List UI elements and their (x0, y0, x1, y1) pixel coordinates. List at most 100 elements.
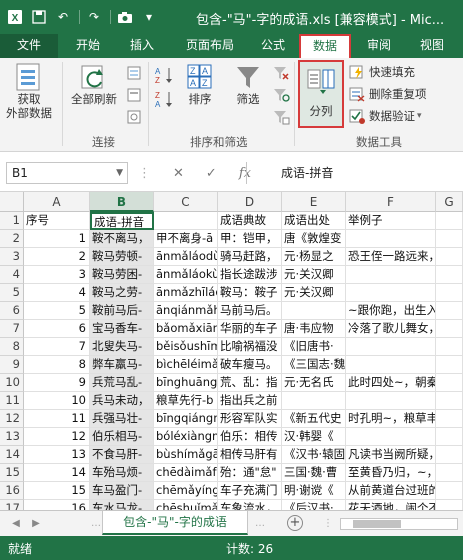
table-cell[interactable]: 鞍前马后- (90, 302, 154, 320)
row-header[interactable]: 13 (0, 428, 24, 446)
table-cell[interactable]: bīnghuāngmǎ (154, 374, 218, 392)
table-cell[interactable]: 《旧唐书· (282, 338, 346, 356)
table-cell[interactable] (436, 446, 463, 464)
table-cell[interactable]: 鞍马劳困- (90, 266, 154, 284)
table-cell[interactable]: 13 (24, 446, 90, 464)
table-cell[interactable]: 成语出处 (282, 212, 346, 230)
row-header[interactable]: 12 (0, 410, 24, 428)
table-cell[interactable]: 三国·魏·曹 (282, 464, 346, 482)
table-cell[interactable]: 兵强马壮- (90, 410, 154, 428)
column-header-b[interactable]: B (90, 192, 154, 212)
filter-button[interactable]: 筛选 (228, 62, 268, 106)
tab-insert[interactable]: 插入 (118, 34, 166, 58)
spreadsheet-grid[interactable]: A B C D E F G 1 序号 成语-拼音 成语典故 成语出处 举例子 2 1 鞍不离马，… (0, 192, 463, 510)
tab-page-layout[interactable]: 页面布局 (172, 34, 248, 58)
table-cell[interactable]: 10 (24, 392, 90, 410)
table-cell[interactable]: 11 (24, 410, 90, 428)
table-cell[interactable]: 凡读书当阙所疑，所 (346, 446, 436, 464)
row-header[interactable]: 7 (0, 320, 24, 338)
text-to-columns-button[interactable]: 分列 (298, 60, 344, 128)
table-cell[interactable]: 相传马肝有 (218, 446, 282, 464)
table-cell[interactable]: ānmǎláokùn (154, 266, 218, 284)
row-header[interactable]: 5 (0, 284, 24, 302)
table-cell[interactable] (436, 392, 463, 410)
column-header-d[interactable]: D (218, 192, 282, 212)
table-cell[interactable]: 9 (24, 374, 90, 392)
table-cell[interactable] (282, 392, 346, 410)
table-cell[interactable]: ānmǎláodùn (154, 248, 218, 266)
table-cell[interactable]: 3 (24, 266, 90, 284)
table-cell[interactable]: 至黄昏乃归，~，不 (346, 464, 436, 482)
connections-icon[interactable] (126, 64, 142, 82)
table-cell[interactable]: 7 (24, 338, 90, 356)
sort-ascending-icon[interactable]: AZ (154, 66, 176, 84)
row-header[interactable]: 2 (0, 230, 24, 248)
more-options-icon[interactable]: ⋮ (138, 166, 151, 181)
table-cell[interactable]: 唐·韦应物 (282, 320, 346, 338)
column-header-g[interactable]: G (436, 192, 463, 212)
table-cell[interactable]: 宝马香车- (90, 320, 154, 338)
table-cell[interactable]: ānqiánmǎhò (154, 302, 218, 320)
table-cell[interactable]: 序号 (24, 212, 90, 230)
table-cell[interactable]: 鞍不离马， (90, 230, 154, 248)
split-handle-icon[interactable]: ⋮ (320, 515, 336, 533)
table-cell[interactable]: 华丽的车子 (218, 320, 282, 338)
tab-home[interactable]: 开始 (64, 34, 112, 58)
table-cell[interactable]: 车马盈门- (90, 482, 154, 500)
more-sheets-right-icon[interactable]: … (252, 515, 268, 533)
chevron-down-icon[interactable]: ▾ (417, 111, 422, 121)
row-header[interactable]: 9 (0, 356, 24, 374)
table-cell[interactable]: 冷落了歌儿舞女，空 (346, 320, 436, 338)
table-cell[interactable]: 鞍马劳顿- (90, 248, 154, 266)
get-external-data-button[interactable]: 获取 外部数据 (6, 62, 52, 120)
table-cell[interactable] (436, 500, 463, 510)
reapply-filter-icon[interactable] (272, 86, 290, 104)
table-cell[interactable] (346, 428, 436, 446)
table-cell[interactable]: bǎomǎxiāng (154, 320, 218, 338)
table-cell[interactable]: 2 (24, 248, 90, 266)
table-cell[interactable]: 元·关汉卿 (282, 284, 346, 302)
table-cell[interactable]: 元·杨显之 (282, 248, 346, 266)
table-cell[interactable] (436, 482, 463, 500)
table-cell[interactable] (436, 356, 463, 374)
table-cell[interactable]: 比喻祸福没 (218, 338, 282, 356)
name-box[interactable]: B1 ▼ (6, 162, 128, 184)
horizontal-scrollbar[interactable] (340, 518, 458, 530)
row-header[interactable]: 17 (0, 500, 24, 510)
customize-toolbar-icon[interactable]: ▾ (138, 6, 160, 28)
row-header[interactable]: 14 (0, 446, 24, 464)
table-cell[interactable]: běisǒushīmǎ (154, 338, 218, 356)
data-validation-button[interactable]: 数据验证 ▾ (348, 107, 422, 125)
table-cell[interactable]: bóléxiàngmǎ (154, 428, 218, 446)
table-cell[interactable] (436, 302, 463, 320)
table-cell[interactable]: 8 (24, 356, 90, 374)
edit-links-icon[interactable] (126, 108, 142, 126)
row-header[interactable]: 6 (0, 302, 24, 320)
table-cell[interactable] (436, 266, 463, 284)
table-cell[interactable]: 16 (24, 500, 90, 510)
table-cell[interactable]: 成语典故 (218, 212, 282, 230)
table-cell[interactable]: 鞍马之劳- (90, 284, 154, 302)
table-cell[interactable]: 14 (24, 464, 90, 482)
enter-icon[interactable]: ✓ (206, 166, 217, 181)
table-cell[interactable]: 车象流水， (218, 500, 282, 510)
table-cell[interactable]: 指出兵之前 (218, 392, 282, 410)
column-header-e[interactable]: E (282, 192, 346, 212)
table-cell[interactable]: 殆：通"怠" (218, 464, 282, 482)
advanced-filter-icon[interactable] (272, 108, 290, 126)
table-cell[interactable]: chēshuǐmǎl (154, 500, 218, 510)
table-cell[interactable]: 车子充满门 (218, 482, 282, 500)
camera-icon[interactable] (114, 6, 136, 28)
row-header[interactable]: 8 (0, 338, 24, 356)
previous-sheet-icon[interactable]: ◀ (8, 515, 24, 533)
remove-duplicates-button[interactable]: 删除重复项 (348, 85, 427, 103)
table-cell[interactable]: chēmǎyíngmé (154, 482, 218, 500)
table-cell[interactable] (346, 284, 436, 302)
table-cell[interactable]: 举例子 (346, 212, 436, 230)
row-header[interactable]: 3 (0, 248, 24, 266)
next-sheet-icon[interactable]: ▶ (28, 515, 44, 533)
table-cell[interactable]: bùshímǎgān (154, 446, 218, 464)
table-cell[interactable]: ānmǎzhīláo (154, 284, 218, 302)
table-cell[interactable]: 车水马龙- (90, 500, 154, 510)
column-header-f[interactable]: F (346, 192, 436, 212)
